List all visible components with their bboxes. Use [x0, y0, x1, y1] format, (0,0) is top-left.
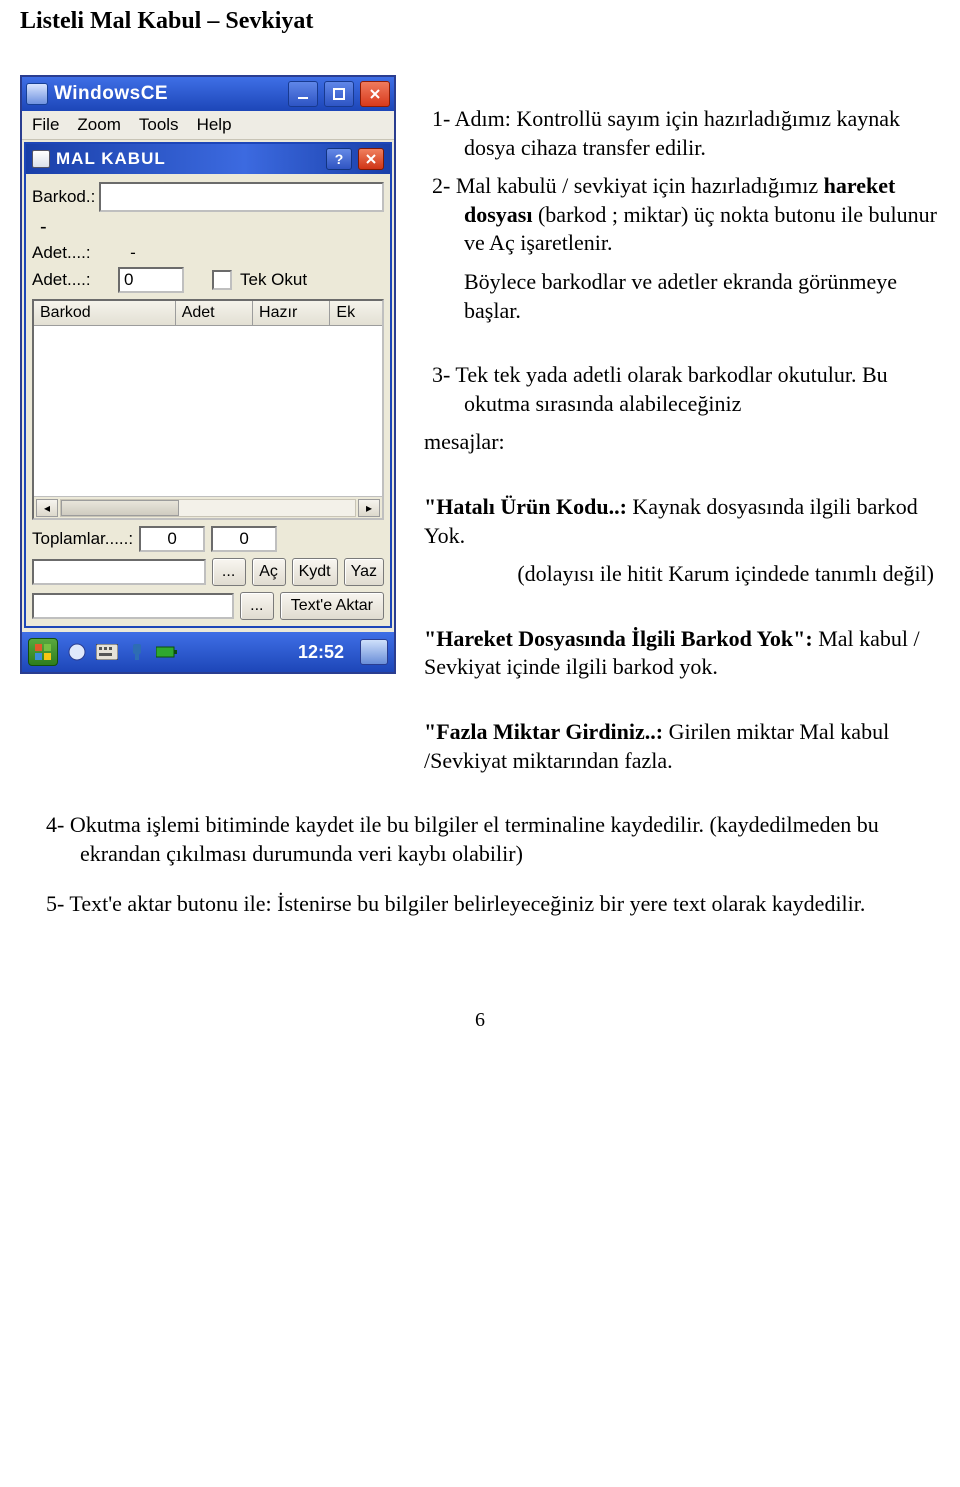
label-barkod: Barkod.:: [32, 187, 95, 207]
ce-titlebar: WindowsCE: [22, 77, 394, 111]
network-icon[interactable]: [360, 639, 388, 665]
value-toplam-2: 0: [211, 526, 277, 552]
menu-tools[interactable]: Tools: [139, 115, 179, 135]
path-input-1[interactable]: [32, 559, 206, 585]
tray-icon-1[interactable]: [66, 641, 88, 663]
h-scrollbar[interactable]: ◂ ▸: [34, 496, 382, 518]
step-4: 4- Okutma işlemi bitiminde kaydet ile bu…: [20, 811, 940, 868]
app-icon: [32, 150, 50, 168]
app-close-button[interactable]: [358, 148, 384, 170]
label-toplamlar: Toplamlar.....:: [32, 529, 133, 549]
input-adet-2[interactable]: 0: [118, 267, 184, 293]
step-2-follow: Böylece barkodlar ve adetler ekranda gör…: [424, 268, 940, 325]
msg-2: "Hareket Dosyasında İlgili Barkod Yok": …: [424, 625, 940, 682]
msg-1: "Hatalı Ürün Kodu..: Kaynak dosyasında i…: [424, 493, 940, 550]
th-barkod[interactable]: Barkod: [34, 301, 176, 325]
screenshot-container: WindowsCE File Zoom Tools Help: [20, 75, 396, 674]
windowsce-icon: [26, 83, 48, 105]
scroll-thumb[interactable]: [61, 500, 179, 516]
text-aktar-button[interactable]: Text'e Aktar: [280, 592, 384, 620]
close-button[interactable]: [360, 81, 390, 107]
start-button[interactable]: [28, 638, 58, 666]
ac-button[interactable]: Aç: [252, 558, 286, 586]
battery-icon[interactable]: [156, 641, 178, 663]
dash-separator: -: [32, 216, 384, 239]
msg-1b: (dolayısı ile hitit Karum içindede tanım…: [424, 560, 940, 589]
app-help-button[interactable]: ?: [326, 148, 352, 170]
data-table: Barkod Adet Hazır Ek ◂ ▸: [32, 299, 384, 520]
step-5: 5- Text'e aktar butonu ile: İstenirse bu…: [20, 890, 940, 919]
ce-menubar: File Zoom Tools Help: [22, 111, 394, 140]
step-2: 2- Mal kabulü / sevkiyat için hazırladığ…: [424, 172, 940, 258]
taskbar: 12:52: [22, 632, 394, 672]
label-adet-1: Adet....:: [32, 243, 114, 263]
th-hazir[interactable]: Hazır: [253, 301, 330, 325]
label-adet-2: Adet....:: [32, 270, 114, 290]
checkbox-tek-okut[interactable]: [212, 270, 232, 290]
page-title: Listeli Mal Kabul – Sevkiyat: [20, 8, 940, 35]
menu-zoom[interactable]: Zoom: [77, 115, 120, 135]
step-3-mesaj: mesajlar:: [424, 428, 940, 457]
minimize-button[interactable]: [288, 81, 318, 107]
menu-help[interactable]: Help: [197, 115, 232, 135]
browse-button-2[interactable]: ...: [240, 592, 274, 620]
app-titlebar: MAL KABUL ?: [26, 144, 390, 174]
windowsce-window: WindowsCE File Zoom Tools Help: [20, 75, 396, 674]
step-3: 3- Tek tek yada adetli olarak barkodlar …: [424, 361, 940, 418]
scroll-left-icon[interactable]: ◂: [36, 499, 58, 517]
maximize-button[interactable]: [324, 81, 354, 107]
yaz-button[interactable]: Yaz: [344, 558, 384, 586]
app-title: MAL KABUL: [56, 149, 320, 169]
scroll-right-icon[interactable]: ▸: [358, 499, 380, 517]
table-body[interactable]: [34, 326, 382, 496]
value-toplam-1: 0: [139, 526, 205, 552]
kydt-button[interactable]: Kydt: [292, 558, 338, 586]
th-ek[interactable]: Ek: [330, 301, 382, 325]
plug-icon[interactable]: [126, 641, 148, 663]
th-adet[interactable]: Adet: [176, 301, 253, 325]
menu-file[interactable]: File: [32, 115, 59, 135]
label-tek-okut: Tek Okut: [240, 270, 307, 290]
value-adet-1: -: [118, 243, 148, 263]
msg-3: "Fazla Miktar Girdiniz..: Girilen miktar…: [424, 718, 940, 775]
path-input-2[interactable]: [32, 593, 234, 619]
keyboard-icon[interactable]: [96, 641, 118, 663]
clock: 12:52: [298, 642, 344, 663]
step-1: 1- Adım: Kontrollü sayım için hazırladığ…: [424, 105, 940, 162]
below-text: 4- Okutma işlemi bitiminde kaydet ile bu…: [20, 811, 940, 919]
app-window: MAL KABUL ? Barkod.: - Adet....: -: [24, 142, 392, 628]
document-text: 1- Adım: Kontrollü sayım için hazırladığ…: [424, 75, 940, 785]
ce-title-text: WindowsCE: [54, 83, 282, 105]
browse-button-1[interactable]: ...: [212, 558, 246, 586]
page-number: 6: [20, 1009, 940, 1032]
input-barkod[interactable]: [99, 182, 384, 212]
